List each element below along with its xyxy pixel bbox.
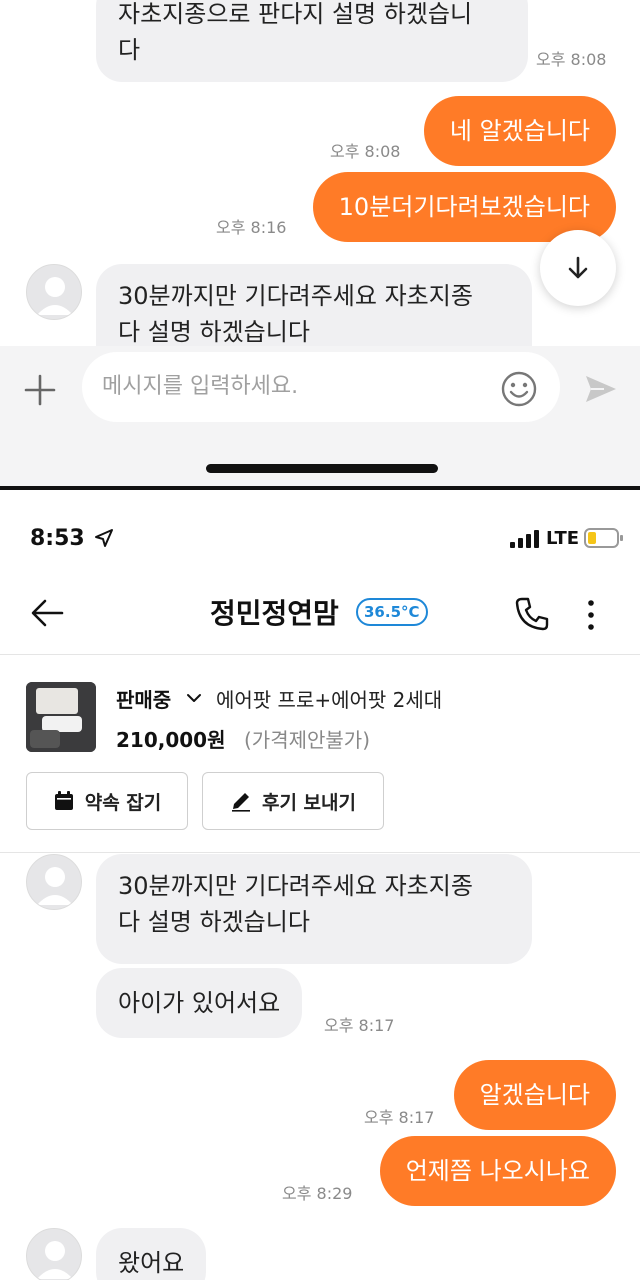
pencil-icon [231,793,250,812]
message-time: 오후 8:16 [216,218,287,237]
header-divider [0,654,640,655]
back-arrow-icon[interactable] [30,598,64,628]
price-note: (가격제안불가) [244,728,371,752]
home-indicator [206,464,438,473]
send-review-button-label: 후기 보내기 [261,791,356,814]
location-arrow-icon [95,529,113,547]
sale-status[interactable]: 판매중 [116,684,171,713]
outgoing-message: 언제쯤 나오시나요 [379,1136,616,1206]
avatar[interactable] [26,854,82,910]
message-line: 자초지종으로 판다지 설명 하겠습니 [118,0,473,28]
appointment-button-label: 약속 잡기 [84,791,162,814]
avatar[interactable] [26,264,82,320]
product-price: 210,000원 [116,728,226,752]
emoji-icon[interactable] [500,370,538,408]
message-line: 30분까지만 기다려주세요 자초지종 [118,282,473,310]
calendar-icon [54,791,73,810]
product-title[interactable]: 에어팟 프로+에어팟 2세대 [216,684,442,713]
send-review-button[interactable]: 후기 보내기 [202,772,384,830]
more-vertical-icon[interactable] [584,598,598,632]
outgoing-message: 알겠습니다 [453,1060,616,1130]
action-divider [0,852,640,853]
send-icon[interactable] [582,370,620,408]
incoming-message: 자초지종으로 판다지 설명 하겠습니 다 [96,0,528,82]
message-time: 오후 8:08 [330,142,401,161]
signal-icon [510,530,539,548]
default-avatar-icon [37,277,73,315]
message-line: 다 설명 하겠습니다 [118,908,310,936]
message-line: 30분까지만 기다려주세요 자초지종 [118,872,473,900]
incoming-message: 30분까지만 기다려주세요 자초지종 다 설명 하겠습니다 [96,854,532,964]
appointment-button[interactable]: 약속 잡기 [26,772,188,830]
chat-title: 정민정연맘 [210,597,339,630]
network-label: LTE [546,528,580,549]
default-avatar-icon [37,867,73,905]
plus-icon[interactable] [20,370,60,410]
message-line: 다 [118,36,141,64]
outgoing-message: 네 알겠습니다 [423,96,616,166]
incoming-message: 왔어요 [96,1228,207,1280]
phone-icon[interactable] [514,596,550,632]
battery-icon [584,528,623,548]
message-time: 오후 8:29 [282,1184,353,1203]
default-avatar-icon [37,1241,73,1279]
message-time: 오후 8:17 [364,1108,435,1127]
chat-screen-bottom: 8:53 LTE 정민정연맘 36.5°C 판매중 에어팟 프로+에어팟 2세대… [0,490,640,1280]
message-input-placeholder: 메시지를 입력하세요. [102,374,299,399]
scroll-down-button[interactable] [540,230,616,306]
message-time: 오후 8:08 [536,50,607,69]
message-line: 다 설명 하겠습니다 [118,318,310,346]
chevron-down-icon[interactable] [186,692,202,704]
manner-temperature-badge: 36.5°C [356,598,428,626]
status-time: 8:53 [30,526,85,551]
message-time: 오후 8:17 [324,1016,395,1035]
arrow-down-icon [568,256,588,279]
avatar[interactable] [26,1228,82,1280]
chat-screen-top: 자초지종으로 판다지 설명 하겠습니 다 오후 8:08 네 알겠습니다 오후 … [0,0,640,488]
product-thumbnail[interactable] [26,682,96,752]
incoming-message: 아이가 있어서요 [96,968,303,1038]
product-image-icon [26,682,96,752]
